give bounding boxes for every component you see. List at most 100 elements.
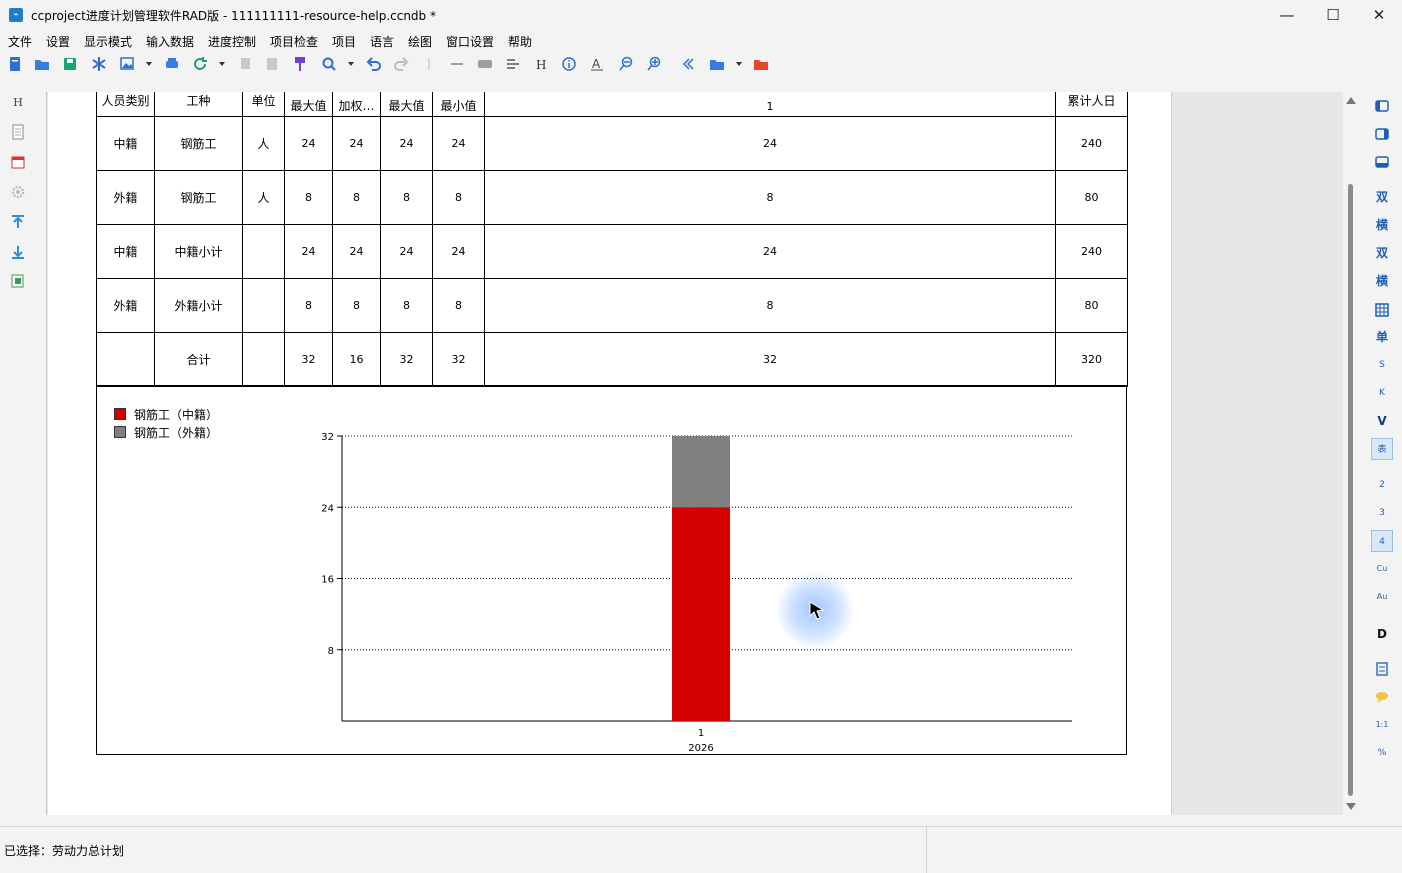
- panel-right-icon[interactable]: [1371, 123, 1393, 145]
- table-row[interactable]: 中籍 钢筋工 人 24 24 24 24 24 240: [96, 116, 1128, 171]
- header-cumulative: 累计人日: [1055, 92, 1128, 117]
- cell-type: 中籍: [96, 116, 155, 171]
- right-panel: 双 横 双 横 单 S K V 表 2 3 4 Cu Au D 1:1 %: [1362, 90, 1402, 825]
- search-icon[interactable]: [321, 56, 337, 72]
- cu-button[interactable]: Cu: [1371, 558, 1393, 580]
- status-separator: [926, 827, 927, 873]
- image-export-icon[interactable]: [119, 56, 135, 72]
- red-folder-icon[interactable]: [753, 56, 769, 72]
- header-min-value: 最小值: [432, 92, 485, 117]
- bar-segment: [672, 507, 730, 721]
- menu-project-check[interactable]: 项目检查: [270, 33, 318, 50]
- menu-file[interactable]: 文件: [8, 33, 32, 50]
- table-mode-button[interactable]: 表: [1371, 438, 1393, 460]
- cell-unit: 人: [242, 116, 285, 171]
- calculator-icon[interactable]: [1371, 658, 1393, 680]
- menu-display-mode[interactable]: 显示模式: [84, 33, 132, 50]
- image-export-dropdown-icon[interactable]: [146, 62, 152, 66]
- horizontal-view-plus-button[interactable]: 横: [1371, 270, 1393, 292]
- project-folder-icon[interactable]: [709, 56, 725, 72]
- menu-settings[interactable]: 设置: [46, 33, 70, 50]
- scroll-up-icon[interactable]: [1346, 97, 1356, 104]
- cell-work: 中籍小计: [154, 224, 243, 279]
- menu-drawing[interactable]: 绘图: [408, 33, 432, 50]
- minimize-button[interactable]: —: [1264, 0, 1310, 30]
- menu-language[interactable]: 语言: [370, 33, 394, 50]
- refresh-dropdown-icon[interactable]: [219, 62, 225, 66]
- format-painter-icon[interactable]: [292, 56, 308, 72]
- move-top-icon[interactable]: [10, 214, 26, 230]
- k-mode-button[interactable]: K: [1371, 382, 1393, 404]
- header-max-value-2: 最大值: [380, 92, 433, 117]
- panel-left-icon[interactable]: [1371, 95, 1393, 117]
- cell-cumulative: 80: [1055, 170, 1128, 225]
- panel-bottom-icon[interactable]: [1371, 151, 1393, 173]
- v-mode-button[interactable]: V: [1371, 410, 1393, 432]
- table-row[interactable]: 中籍 中籍小计 24 24 24 24 24 240: [96, 224, 1128, 279]
- print-icon[interactable]: [164, 56, 180, 72]
- undo-icon[interactable]: [366, 56, 382, 72]
- s-mode-button[interactable]: S: [1371, 354, 1393, 376]
- cell-min: 8: [432, 170, 485, 225]
- ratio-1-1-button[interactable]: 1:1: [1371, 714, 1393, 736]
- scroll-down-icon[interactable]: [1346, 803, 1356, 810]
- double-view-plus-button[interactable]: 双: [1371, 242, 1393, 264]
- zoom-in-icon[interactable]: [646, 56, 662, 72]
- project-folder-dropdown-icon[interactable]: [736, 62, 742, 66]
- zoom-out-icon[interactable]: [618, 56, 634, 72]
- scrollbar-thumb[interactable]: [1348, 184, 1353, 796]
- calendar-icon[interactable]: [10, 154, 26, 170]
- maximize-button[interactable]: ☐: [1310, 0, 1356, 30]
- cell-max-2: 24: [380, 116, 433, 171]
- menu-input-data[interactable]: 输入数据: [146, 33, 194, 50]
- legend-label-0: 钢筋工（中籍）: [134, 408, 219, 422]
- search-dropdown-icon[interactable]: [348, 62, 354, 66]
- comment-icon[interactable]: [1371, 686, 1393, 708]
- d-button[interactable]: D: [1371, 623, 1393, 645]
- horizontal-line-icon[interactable]: [449, 56, 465, 72]
- vertical-scrollbar[interactable]: [1343, 92, 1358, 815]
- info-icon[interactable]: [561, 56, 577, 72]
- export-sheet-icon[interactable]: [10, 273, 26, 289]
- menu-help[interactable]: 帮助: [508, 33, 532, 50]
- level-4-button[interactable]: 4: [1371, 530, 1393, 552]
- collapse-icon[interactable]: [680, 56, 696, 72]
- rectangle-icon[interactable]: [477, 56, 493, 72]
- cell-cumulative: 240: [1055, 116, 1128, 171]
- asterisk-icon[interactable]: [91, 56, 107, 72]
- document-icon[interactable]: [10, 124, 26, 140]
- y-tick-label: 32: [321, 432, 334, 443]
- table-row-total[interactable]: 合计 32 16 32 32 32 320: [96, 332, 1128, 387]
- table-grid-icon[interactable]: [1371, 299, 1393, 321]
- table-row[interactable]: 外籍 钢筋工 人 8 8 8 8 8 80: [96, 170, 1128, 225]
- left-sidebar: H: [0, 90, 36, 825]
- document-area[interactable]: 人员类别 工种 单位 最大值 加权… 最大值 最小值 1 累计人日 中籍 钢筋工…: [46, 92, 1343, 815]
- header-h-button[interactable]: H: [10, 96, 26, 112]
- align-icon[interactable]: [505, 56, 521, 72]
- new-file-icon[interactable]: [7, 56, 23, 72]
- cell-unit: [242, 224, 285, 279]
- level-3-button[interactable]: 3: [1371, 502, 1393, 524]
- open-folder-icon[interactable]: [34, 56, 50, 72]
- header-h-icon[interactable]: H: [533, 56, 549, 72]
- header-work-type: 工种: [154, 92, 243, 117]
- cell-type: 外籍: [96, 278, 155, 333]
- table-row[interactable]: 外籍 外籍小计 8 8 8 8 8 80: [96, 278, 1128, 333]
- cell-max: 32: [284, 332, 333, 387]
- menu-window-settings[interactable]: 窗口设置: [446, 33, 494, 50]
- single-view-button[interactable]: 单: [1371, 326, 1393, 348]
- save-icon[interactable]: [62, 56, 78, 72]
- text-a-icon[interactable]: A: [589, 56, 605, 72]
- cell-work: 钢筋工: [154, 116, 243, 171]
- refresh-icon[interactable]: [192, 56, 208, 72]
- close-button[interactable]: ✕: [1356, 0, 1402, 30]
- move-bottom-icon[interactable]: [10, 244, 26, 260]
- level-2-button[interactable]: 2: [1371, 474, 1393, 496]
- double-view-button[interactable]: 双: [1371, 186, 1393, 208]
- horizontal-view-button[interactable]: 横: [1371, 214, 1393, 236]
- menu-progress-control[interactable]: 进度控制: [208, 33, 256, 50]
- bar-segment: [672, 436, 730, 508]
- menu-project[interactable]: 项目: [332, 33, 356, 50]
- percent-button[interactable]: %: [1371, 742, 1393, 764]
- au-button[interactable]: Au: [1371, 586, 1393, 608]
